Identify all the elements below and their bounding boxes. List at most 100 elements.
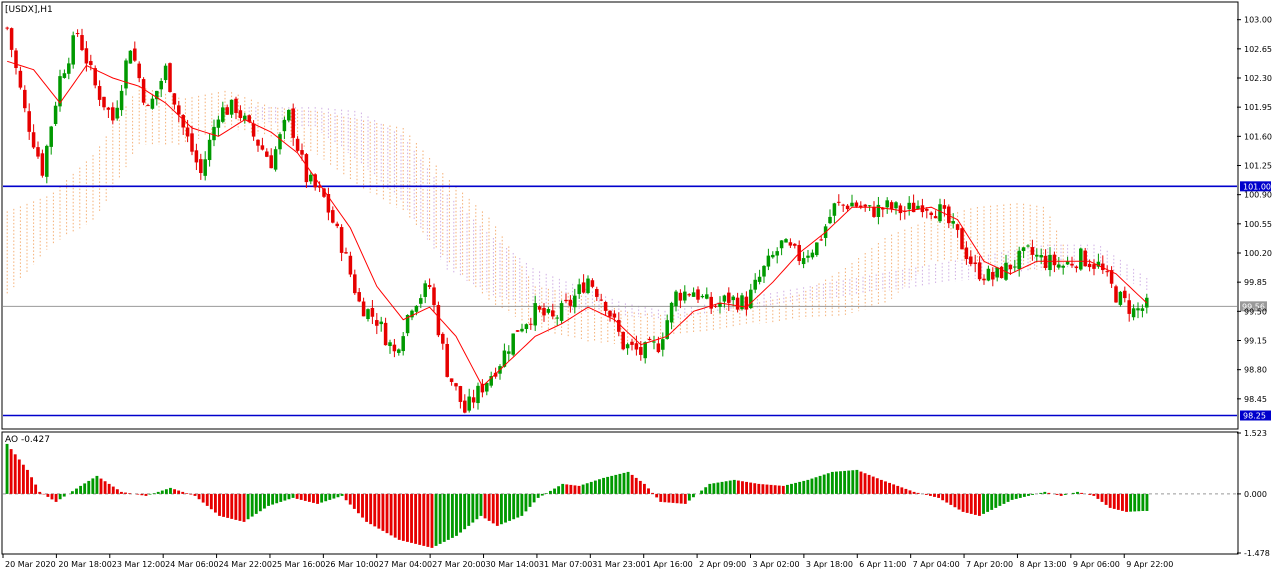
candle-body [696,289,700,300]
candle-body [291,108,295,138]
candle-body [1039,255,1043,258]
candle-body [757,276,762,282]
candle-body [397,349,401,353]
candle-body [14,50,18,69]
candle-body [348,255,353,275]
candle-body [49,126,53,147]
candle-body [779,240,784,249]
candle-body [595,289,599,297]
time-tick-label: 24 Mar 22:00 [219,560,272,569]
candle-body [854,202,859,207]
candle-body [419,298,423,304]
candle-body [762,265,766,277]
candle-body [9,28,14,50]
candle-body [520,328,524,332]
candle-body [753,279,757,290]
time-tick-label: 31 Mar 07:00 [539,560,592,569]
candle-body [229,99,234,115]
candle-body [925,208,929,211]
candle-body [845,205,850,210]
candle-body [929,212,933,216]
candle-body [62,73,67,78]
candle-body [190,133,194,152]
candle-body [586,278,590,294]
candle-body [1017,250,1021,270]
candle-body [709,296,713,309]
candle-body [106,107,111,110]
price-tick-label: 103.00 [1244,16,1272,25]
candle-body [652,341,656,343]
price-tick-label: 99.85 [1244,278,1267,287]
candle-body [568,299,573,306]
main-chart-title: [USDX],H1 [5,5,53,15]
time-tick-label: 20 Mar 18:00 [58,560,111,569]
candle-body [251,123,256,137]
candle-body [1079,248,1083,270]
candle-body [590,280,595,287]
candle-body [84,48,89,64]
chart-root: 101.00 98.25 99.56 103.00 102.65 102.30 101.9… [0,0,1280,572]
candle-body [955,224,960,230]
candle-body [647,338,652,341]
candle-body [850,202,854,207]
candle-body [141,79,146,103]
candle-body [75,33,80,35]
candle-body [911,202,916,213]
time-tick-label: 6 Apr 11:00 [859,560,906,569]
candle-body [454,383,458,387]
candle-body [573,295,577,308]
candle-body [801,258,806,265]
candle-body [260,145,265,150]
candle-body [634,343,639,350]
candle-body [177,105,181,115]
candle-body [71,35,75,65]
candle-body [973,262,977,265]
candle-body [225,107,229,115]
candle-body [370,308,375,317]
candle-body [115,107,119,119]
candle-body [1021,247,1026,252]
time-tick-label: 30 Mar 14:00 [486,560,539,569]
candle-body [999,266,1004,279]
candle-body [445,344,449,377]
price-tick-label: 102.65 [1244,45,1272,54]
candle-body [485,382,489,392]
candle-body [872,206,876,217]
ao-chart-title: AO -0.427 [5,435,50,445]
candle-body [1123,290,1127,299]
candle-body [898,205,903,214]
candle-body [97,86,102,100]
price-tick-label: 100.20 [1244,249,1272,258]
candle-body [273,149,278,170]
candle-body [713,305,718,307]
candle-body [414,305,419,312]
ao-tick-label: 0.000 [1244,490,1267,499]
candle-body [815,242,819,256]
candle-body [788,242,793,246]
candle-body [282,119,287,132]
candle-body [150,98,155,109]
candle-body [1052,254,1057,266]
candle-body [867,205,872,207]
candle-body [27,111,31,132]
candle-body [661,339,665,350]
level-label: 98.25 [1243,412,1266,421]
candle-body [515,330,520,332]
candle-body [53,105,58,124]
candle-body [111,107,115,121]
candle-body [23,89,27,109]
price-tick-label: 100.90 [1244,191,1272,200]
candle-body [555,317,559,319]
candle-body [45,145,49,177]
candle-body [300,150,304,155]
candle-body [1065,261,1070,265]
candle-body [159,80,163,90]
candle-body [36,147,40,157]
candle-body [775,251,779,256]
candle-body [691,292,696,297]
candle-body [1070,263,1074,266]
candle-body [731,296,735,301]
time-tick-label: 9 Apr 22:00 [1126,560,1173,569]
candle-body [828,216,832,224]
candle-body [885,200,889,208]
